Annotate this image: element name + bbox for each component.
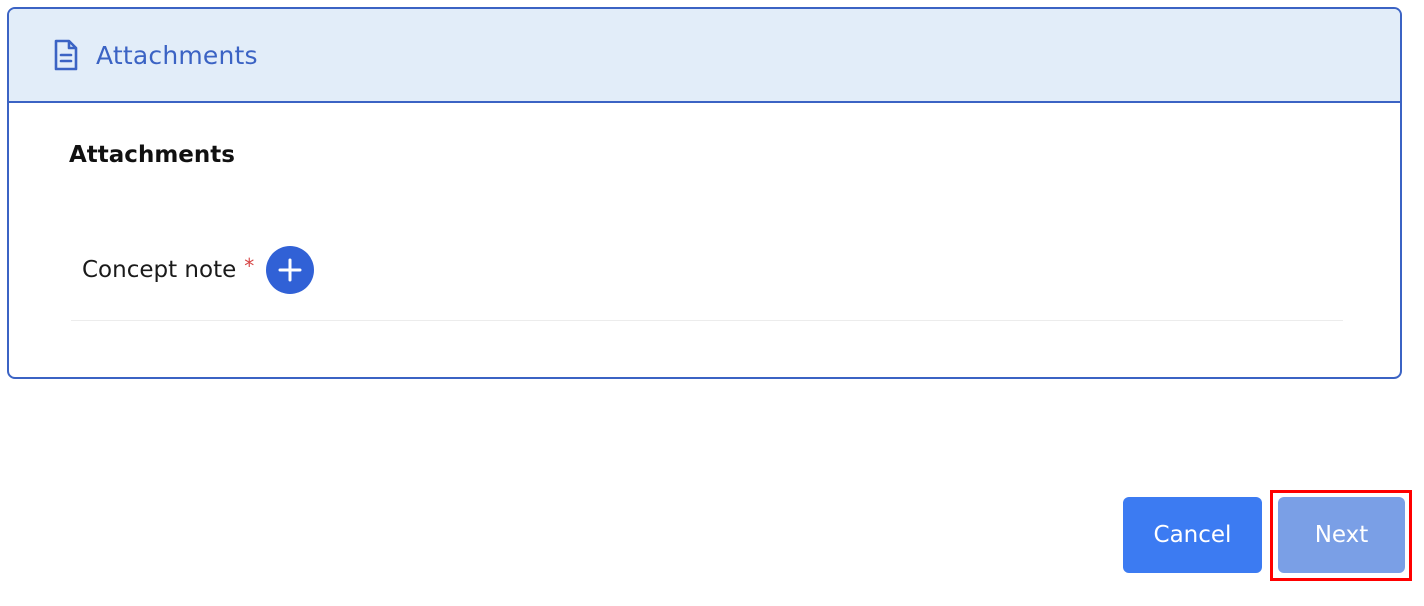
field-row-concept-note: Concept note * [82,245,315,295]
section-title: Attachments [69,142,235,168]
required-marker: * [244,254,255,278]
panel-header: Attachments [9,9,1400,103]
panel-title: Attachments [96,40,258,70]
attachments-panel: Attachments Attachments Concept note * [7,7,1402,379]
divider [71,320,1343,321]
field-label: Concept note [82,257,237,283]
next-button[interactable]: Next [1278,497,1405,573]
add-attachment-button[interactable] [266,246,315,294]
cancel-button[interactable]: Cancel [1123,497,1262,573]
plus-icon [278,258,302,282]
document-icon [53,39,79,71]
